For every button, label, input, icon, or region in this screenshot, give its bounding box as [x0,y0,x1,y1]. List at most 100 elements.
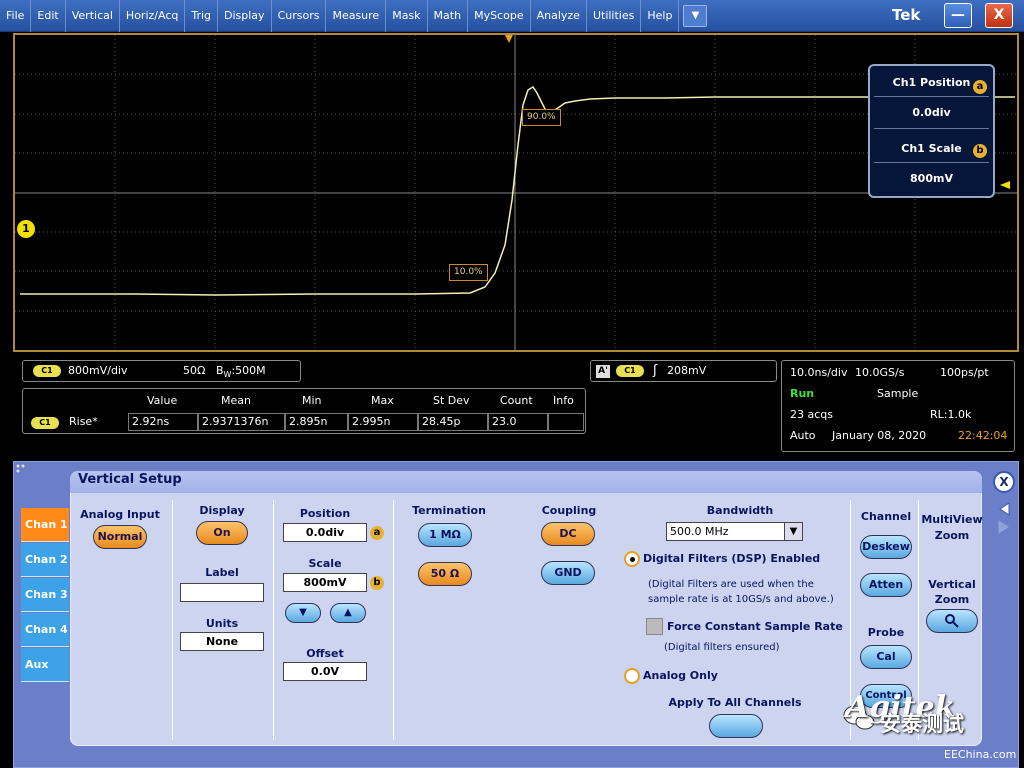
units-field[interactable]: None [180,632,264,651]
menu-edit[interactable]: Edit [31,0,66,32]
chevron-down-icon[interactable]: ▼ [784,523,802,540]
header-st-dev: St Dev [433,394,470,407]
trigger-position-icon [505,35,513,43]
coupling-gnd-button[interactable]: GND [541,561,595,585]
cal-button[interactable]: Cal [860,645,912,669]
trigger-readout[interactable]: A' C1 ʃ 208mV [590,360,777,382]
watermark-chinese: 安泰测试 [880,712,964,736]
ch1-position-value[interactable]: 0.0div [870,106,993,119]
menu-math[interactable]: Math [428,0,469,32]
position-knob-a-badge: a [370,526,384,540]
offset-input[interactable]: 0.0V [283,662,367,681]
bandwidth-label: Bandwidth [706,504,774,517]
tab-chan-4[interactable]: Chan 4 [21,613,69,647]
vertical-zoom-label-1: Vertical [928,578,976,591]
menu-help[interactable]: Help [641,0,680,32]
scale-up-button[interactable]: ▲ [330,603,366,623]
scale-knob-b-badge: b [370,576,384,590]
menu-cursors[interactable]: Cursors [272,0,327,32]
bandwidth-select[interactable]: 500.0 MHz ▼ [666,522,803,541]
menu-trig[interactable]: Trig [185,0,219,32]
bandwidth-value: 500.0 MHz [670,525,729,538]
scale-down-button[interactable]: ▼ [285,603,321,623]
vertical-zoom-button[interactable] [926,609,978,633]
measurement-name: Rise* [69,415,98,428]
tab-chan-2[interactable]: Chan 2 [21,543,69,577]
acq-count: 23 acqs [790,408,833,421]
menu-display[interactable]: Display [218,0,272,32]
deskew-button[interactable]: Deskew [860,535,912,559]
menu-analyze[interactable]: Analyze [531,0,587,32]
measurement-table[interactable]: Value Mean Min Max St Dev Count Info C1 … [22,388,586,434]
probe-label: Probe [867,626,905,639]
dsp-enabled-radio[interactable] [624,551,640,567]
impedance: 50Ω [183,364,206,377]
chevron-right-icon[interactable] [998,520,1010,534]
menu-utilities[interactable]: Utilities [587,0,642,32]
chevron-left-icon[interactable] [998,502,1010,516]
dsp-note-line-1: (Digital Filters are used when the [648,579,814,590]
filters-ensured-note: (Digital filters ensured) [664,642,780,653]
section-divider [273,500,274,740]
analog-only-label: Analog Only [643,669,718,682]
tab-chan-1[interactable]: Chan 1 [21,508,69,542]
trigger-c1-tag: C1 [616,365,644,377]
dsp-enabled-label: Digital Filters (DSP) Enabled [643,552,821,565]
tab-aux[interactable]: Aux [21,648,69,682]
menu-mask[interactable]: Mask [386,0,428,32]
position-input[interactable]: 0.0div [283,523,367,542]
termination-label: Termination [412,504,486,517]
force-constant-checkbox[interactable] [646,618,663,635]
menu-file[interactable]: File [0,0,32,32]
termination-50-button[interactable]: 50 Ω [418,562,472,586]
panel-grip-icon [16,464,25,473]
measurement-min: 2.895n [285,413,348,431]
atten-button[interactable]: Atten [860,573,912,597]
tab-chan-3[interactable]: Chan 3 [21,578,69,612]
measurement-mean: 2.9371376n [198,413,285,431]
force-constant-label: Force Constant Sample Rate [667,620,843,633]
label-input[interactable] [180,583,264,602]
minimize-button[interactable]: — [944,3,972,28]
ch1-adjust-popup[interactable]: Ch1 Position a 0.0div Ch1 Scale b 800mV [868,64,995,198]
ch1-waveform [20,85,1015,296]
ps-per-point: 100ps/pt [940,366,989,379]
menu-measure[interactable]: Measure [326,0,387,32]
menu-bar: File Edit Vertical Horiz/Acq Trig Displa… [0,0,1024,32]
close-window-button[interactable]: X [985,3,1013,28]
menu-dropdown-button[interactable]: ▼ [683,4,708,27]
vertical-zoom-label-2: Zoom [934,593,970,606]
acquisition-readout[interactable]: 10.0ns/div 10.0GS/s 100ps/pt Run Sample … [781,360,1015,452]
menu-horiz-acq[interactable]: Horiz/Acq [120,0,186,32]
header-value: Value [147,394,178,407]
channel-readout[interactable]: C1 800mV/div 50Ω BW:500M [22,360,301,382]
measurement-st-dev: 28.45p [418,413,488,431]
bandwidth-readout: BW:500M [216,364,266,380]
header-max: Max [371,394,394,407]
display-label: Display [199,504,245,517]
level-90-label: 90.0% [522,109,561,126]
ch1-level-arrow [1000,181,1010,189]
multiview-label-1: MultiView [921,513,983,526]
measurement-c1-tag: C1 [31,417,59,429]
menu-myscope[interactable]: MyScope [468,0,531,32]
channel-1-marker[interactable]: 1 [17,220,35,238]
scale-input[interactable]: 800mV [283,573,367,592]
header-info: Info [553,394,574,407]
close-panel-button[interactable]: X [993,471,1015,493]
ch1-scale-value[interactable]: 800mV [870,172,993,185]
display-on-button[interactable]: On [196,521,248,545]
scale-knob-b-badge: b [973,144,987,158]
trigger-a-icon: A' [596,365,610,378]
menu-vertical[interactable]: Vertical [66,0,120,32]
analog-only-radio[interactable] [624,668,640,684]
coupling-dc-button[interactable]: DC [541,522,595,546]
multiview-label-2: Zoom [934,529,970,542]
dsp-note-line-2: sample rate is at 10GS/s and above.) [648,594,834,605]
measurement-info [548,413,584,431]
offset-label: Offset [306,647,344,660]
normal-button[interactable]: Normal [93,525,147,549]
apply-all-button[interactable] [709,714,763,738]
termination-1m-button[interactable]: 1 MΩ [418,523,472,547]
section-divider [393,500,394,740]
